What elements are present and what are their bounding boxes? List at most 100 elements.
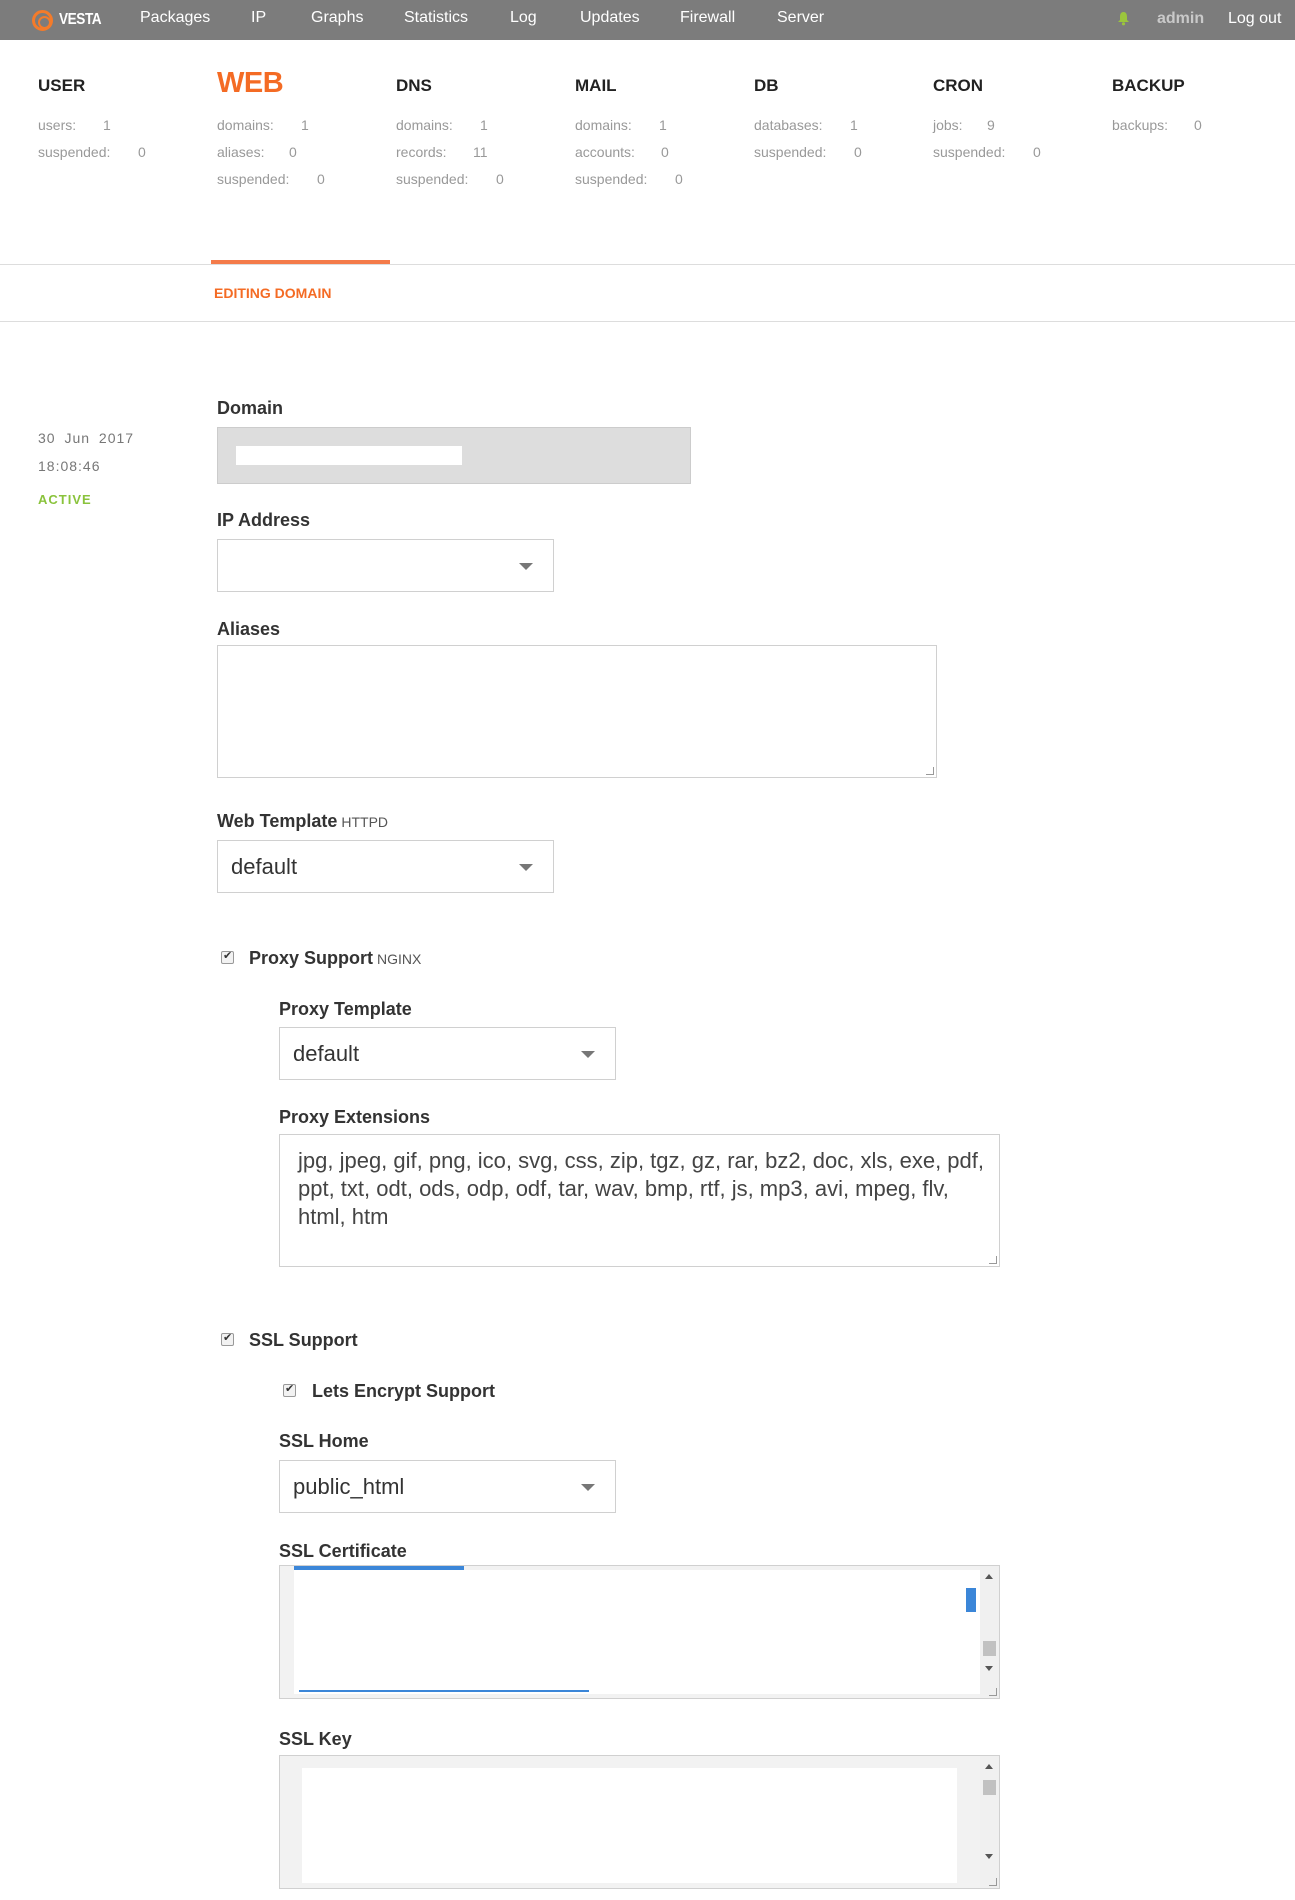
chevron-down-icon <box>581 1483 595 1491</box>
stat-title: MAIL <box>575 76 617 95</box>
stat-label: records: <box>396 144 447 160</box>
divider <box>0 321 1295 322</box>
resize-handle[interactable] <box>989 1878 997 1886</box>
letsencrypt-checkbox[interactable] <box>283 1382 296 1397</box>
stat-label: domains: <box>575 117 632 133</box>
stat-value: 0 <box>317 171 325 187</box>
logout-link[interactable]: Log out <box>1228 0 1281 38</box>
resize-handle[interactable] <box>926 767 934 775</box>
bell-icon[interactable] <box>1117 11 1130 26</box>
nav-packages[interactable]: Packages <box>140 0 210 40</box>
chevron-down-icon <box>519 863 533 871</box>
stat-title: DB <box>754 76 779 95</box>
ssl-certificate-textarea[interactable] <box>279 1565 1000 1699</box>
logo-text: VESTA <box>59 11 102 28</box>
ip-label: IP Address <box>217 510 311 530</box>
resize-handle[interactable] <box>989 1688 997 1696</box>
ssl-key-textarea[interactable] <box>279 1755 1000 1889</box>
stat-db[interactable]: DB databases: 1 suspended: 0 <box>754 76 924 166</box>
ssl-certificate-label: SSL Certificate <box>279 1541 407 1561</box>
chevron-down-icon <box>581 1050 595 1058</box>
stat-label: users: <box>38 117 77 133</box>
top-navbar: VESTA Packages IP Graphs Statistics Log … <box>0 0 1295 40</box>
proxy-extensions-textarea[interactable]: jpg, jpeg, gif, png, ico, svg, css, zip,… <box>279 1134 1000 1267</box>
web-template-sub: HTTPD <box>341 814 389 830</box>
nav-server[interactable]: Server <box>777 0 824 40</box>
web-template-label: Web Template HTTPD <box>217 811 388 832</box>
stat-value: 0 <box>1033 144 1041 160</box>
aliases-textarea[interactable] <box>217 645 937 778</box>
stat-value: 0 <box>289 144 297 160</box>
nav-updates[interactable]: Updates <box>580 0 640 40</box>
nav-firewall[interactable]: Firewall <box>680 0 735 40</box>
scrollbar[interactable] <box>980 1566 999 1698</box>
proxy-template-value: default <box>293 1040 360 1066</box>
vesta-logo[interactable]: VESTA <box>32 8 109 32</box>
ssl-key-label: SSL Key <box>279 1729 352 1749</box>
ssl-support-checkbox[interactable] <box>221 1331 234 1346</box>
stat-value: 1 <box>301 117 309 133</box>
selection-highlight <box>299 1690 589 1692</box>
stat-title: CRON <box>933 76 984 95</box>
vesta-logo-icon <box>32 9 53 31</box>
proxy-support-label-text: Proxy Support <box>249 948 374 968</box>
redacted-domain <box>236 446 462 465</box>
stat-value: 0 <box>496 171 504 187</box>
stat-title: WEB <box>217 67 284 99</box>
resize-handle[interactable] <box>989 1256 997 1264</box>
divider <box>0 264 1295 265</box>
scroll-thumb[interactable] <box>983 1780 996 1795</box>
stat-value: 0 <box>1194 117 1202 133</box>
stat-value: 0 <box>675 171 683 187</box>
time-text: 18:08:46 <box>38 458 101 474</box>
stat-title: BACKUP <box>1112 76 1185 95</box>
ssl-support-label: SSL Support <box>249 1330 358 1350</box>
stat-value: 0 <box>661 144 669 160</box>
stat-value: 0 <box>854 144 862 160</box>
stat-value: 1 <box>103 117 111 133</box>
scrollbar[interactable] <box>980 1756 999 1888</box>
scroll-up-icon[interactable] <box>985 1574 993 1579</box>
nav-log[interactable]: Log <box>510 0 537 40</box>
nav-graphs[interactable]: Graphs <box>311 0 363 40</box>
web-template-value: default <box>231 853 298 879</box>
web-template-select[interactable]: default <box>217 840 554 893</box>
proxy-support-checkbox[interactable] <box>221 949 234 964</box>
scroll-up-icon[interactable] <box>985 1764 993 1769</box>
proxy-support-label: Proxy Support NGINX <box>249 948 421 969</box>
stat-label: suspended: <box>38 144 111 160</box>
stat-value: 1 <box>850 117 858 133</box>
stat-label: domains: <box>217 117 274 133</box>
scroll-thumb[interactable] <box>983 1641 996 1656</box>
ip-select[interactable] <box>217 539 554 592</box>
scroll-down-icon[interactable] <box>985 1854 993 1859</box>
proxy-extensions-value: jpg, jpeg, gif, png, ico, svg, css, zip,… <box>298 1148 984 1229</box>
redacted-key <box>302 1768 957 1883</box>
date-text: 30 Jun 2017 <box>38 430 135 446</box>
stat-user[interactable]: USER users: 1 suspended: 0 <box>38 76 208 166</box>
stat-mail[interactable]: MAIL domains: 1 accounts: 0 suspended: 0 <box>575 76 745 193</box>
stat-cron[interactable]: CRON jobs: 9 suspended: 0 <box>933 76 1103 166</box>
stat-value: 11 <box>473 144 488 160</box>
stat-label: suspended: <box>217 171 290 187</box>
stat-label: aliases: <box>217 144 265 160</box>
stat-label: jobs: <box>933 117 963 133</box>
nav-statistics[interactable]: Statistics <box>404 0 468 40</box>
scroll-down-icon[interactable] <box>985 1666 993 1671</box>
proxy-support-sub: NGINX <box>377 951 422 967</box>
chevron-down-icon <box>519 562 533 570</box>
stat-web[interactable]: WEB domains: 1 aliases: 0 suspended: 0 <box>217 67 387 193</box>
proxy-template-select[interactable]: default <box>279 1027 616 1080</box>
stat-title: USER <box>38 76 86 95</box>
stat-value: 9 <box>987 117 995 133</box>
stat-label: databases: <box>754 117 823 133</box>
stat-dns[interactable]: DNS domains: 1 records: 11 suspended: 0 <box>396 76 566 193</box>
stat-value: 1 <box>659 117 667 133</box>
stat-backup[interactable]: BACKUP backups: 0 <box>1112 76 1282 139</box>
user-menu-admin[interactable]: admin <box>1157 0 1204 38</box>
ssl-home-select[interactable]: public_html <box>279 1460 616 1513</box>
stat-value: 0 <box>138 144 146 160</box>
status-badge: ACTIVE <box>38 492 92 507</box>
proxy-extensions-label: Proxy Extensions <box>279 1107 431 1127</box>
nav-ip[interactable]: IP <box>251 0 266 40</box>
